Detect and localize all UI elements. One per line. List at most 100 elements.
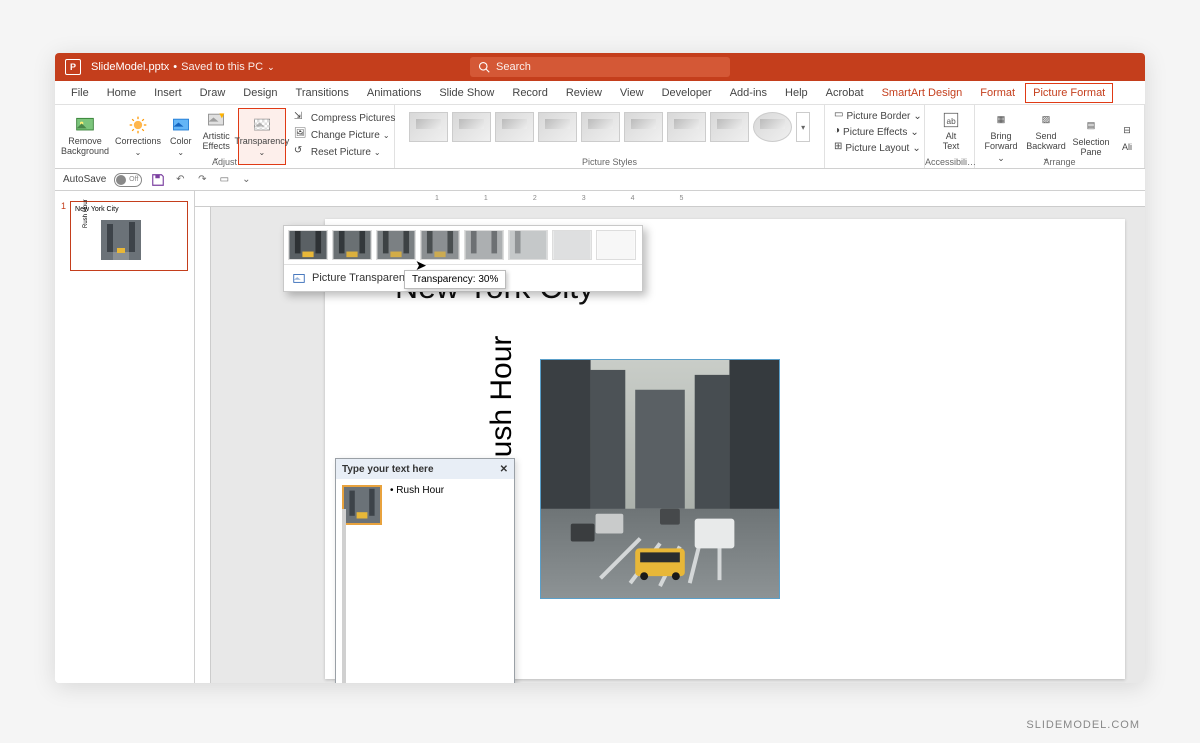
search-box[interactable]: Search bbox=[470, 57, 730, 77]
slide-number: 1 bbox=[61, 201, 66, 271]
tab-file[interactable]: File bbox=[63, 83, 97, 103]
tab-design[interactable]: Design bbox=[235, 83, 285, 103]
transparency-preset-30[interactable] bbox=[420, 230, 460, 260]
chevron-down-icon[interactable]: ⌄ bbox=[267, 62, 275, 73]
transparency-preset-20[interactable] bbox=[376, 230, 416, 260]
slide-picture[interactable] bbox=[540, 359, 780, 599]
text-pane-bullet[interactable]: Rush Hour bbox=[390, 485, 508, 683]
picture-style-preset[interactable] bbox=[538, 112, 577, 142]
corrections-icon bbox=[128, 115, 148, 135]
document-title[interactable]: SlideModel.pptx • Saved to this PC ⌄ bbox=[91, 61, 275, 73]
tab-format[interactable]: Format bbox=[972, 83, 1023, 103]
tab-picture-format[interactable]: Picture Format bbox=[1025, 83, 1113, 103]
toggle-knob-icon bbox=[116, 175, 126, 185]
powerpoint-logo-icon: P bbox=[65, 59, 81, 75]
save-button[interactable] bbox=[150, 172, 166, 188]
ruler-tick: 1 bbox=[435, 195, 439, 202]
tab-help[interactable]: Help bbox=[777, 83, 816, 103]
color-icon bbox=[171, 115, 191, 135]
tab-record[interactable]: Record bbox=[504, 83, 555, 103]
layout-icon: ⊞ bbox=[834, 141, 842, 155]
picture-style-preset[interactable] bbox=[495, 112, 534, 142]
titlebar: P SlideModel.pptx • Saved to this PC ⌄ S… bbox=[55, 53, 1145, 81]
transparency-preset-95[interactable] bbox=[596, 230, 636, 260]
tab-transitions[interactable]: Transitions bbox=[288, 83, 357, 103]
smartart-text-pane[interactable]: Type your text here ✕ Rush Hour Picture … bbox=[335, 458, 515, 683]
autosave-toggle[interactable]: Off bbox=[114, 173, 142, 187]
tab-acrobat[interactable]: Acrobat bbox=[818, 83, 872, 103]
tab-addins[interactable]: Add-ins bbox=[722, 83, 775, 103]
search-placeholder: Search bbox=[496, 61, 531, 73]
ribbon: Remove Background Corrections⌄ Color⌄ Ar… bbox=[55, 105, 1145, 169]
alt-text-button[interactable]: ab Alt Text bbox=[931, 108, 971, 154]
picture-layout-label: Picture Layout bbox=[845, 143, 909, 154]
picture-style-preset[interactable] bbox=[409, 112, 448, 142]
ribbon-group-picture-styles: ▾ Picture Styles bbox=[395, 105, 825, 168]
reset-picture-label: Reset Picture bbox=[311, 147, 371, 158]
compress-pictures-button[interactable]: ⇲Compress Pictures bbox=[291, 110, 398, 126]
tab-draw[interactable]: Draw bbox=[192, 83, 234, 103]
tab-insert[interactable]: Insert bbox=[146, 83, 190, 103]
slide-vertical-label[interactable]: Rush Hour bbox=[485, 259, 519, 479]
close-icon[interactable]: ✕ bbox=[500, 464, 508, 475]
redo-button[interactable]: ↷ bbox=[194, 172, 210, 188]
start-from-beginning-button[interactable]: ▭ bbox=[216, 172, 232, 188]
selection-pane-icon: ▤ bbox=[1081, 116, 1101, 136]
picture-border-button[interactable]: ▭Picture Border ⌄ bbox=[831, 108, 918, 124]
transparency-preset-50[interactable] bbox=[464, 230, 504, 260]
slide-thumbnail-1[interactable]: New York City Rush Hour bbox=[70, 201, 188, 271]
picture-style-preset[interactable] bbox=[667, 112, 706, 142]
transparency-preset-65[interactable] bbox=[508, 230, 548, 260]
picture-effects-label: Picture Effects bbox=[843, 127, 907, 138]
picture-style-preset[interactable] bbox=[452, 112, 491, 142]
selection-pane-label: Selection Pane bbox=[1072, 138, 1109, 158]
artistic-effects-label: Artistic Effects bbox=[203, 132, 230, 152]
picture-style-preset[interactable] bbox=[753, 112, 792, 142]
picture-layout-button[interactable]: ⊞Picture Layout ⌄ bbox=[831, 140, 918, 156]
ruler-tick: 4 bbox=[631, 195, 635, 202]
tab-home[interactable]: Home bbox=[99, 83, 144, 103]
transparency-preset-10[interactable] bbox=[332, 230, 372, 260]
picture-style-preset[interactable] bbox=[581, 112, 620, 142]
horizontal-ruler: 1 1 2 3 4 5 bbox=[195, 191, 1145, 207]
transparency-presets bbox=[284, 226, 642, 264]
tab-view[interactable]: View bbox=[612, 83, 652, 103]
align-label: Ali bbox=[1122, 143, 1132, 153]
undo-button[interactable]: ↶ bbox=[172, 172, 188, 188]
text-pane-thumbnail[interactable] bbox=[342, 485, 382, 525]
ribbon-group-arrange: ▦Bring Forward⌄ ▨Send Backward⌄ ▤Selecti… bbox=[975, 105, 1145, 168]
accessibility-group-label: Accessibili… bbox=[925, 157, 974, 167]
transparency-tooltip: Transparency: 30% bbox=[404, 270, 506, 289]
thumb-label: Rush Hour bbox=[83, 199, 89, 228]
transparency-label: Transparency bbox=[235, 137, 290, 147]
vertical-ruler bbox=[195, 207, 211, 683]
tab-slideshow[interactable]: Slide Show bbox=[431, 83, 502, 103]
tab-animations[interactable]: Animations bbox=[359, 83, 429, 103]
ribbon-group-picture-options: ▭Picture Border ⌄ ◑Picture Effects ⌄ ⊞Pi… bbox=[825, 105, 925, 168]
change-picture-button[interactable]: 🖼Change Picture ⌄ bbox=[291, 127, 398, 143]
picture-style-preset[interactable] bbox=[710, 112, 749, 142]
send-backward-icon: ▨ bbox=[1036, 110, 1056, 130]
qat-customize-icon[interactable]: ⌄ bbox=[238, 172, 254, 188]
remove-background-label: Remove Background bbox=[61, 137, 109, 157]
corrections-label: Corrections bbox=[115, 137, 161, 147]
slide-thumbnail-panel[interactable]: 1 New York City Rush Hour bbox=[55, 191, 195, 683]
picture-effects-button[interactable]: ◑Picture Effects ⌄ bbox=[831, 124, 918, 140]
title-separator: • bbox=[173, 61, 177, 73]
color-label: Color bbox=[170, 137, 192, 147]
transparency-icon bbox=[252, 115, 272, 135]
svg-text:ab: ab bbox=[947, 117, 957, 126]
transparency-preset-0[interactable] bbox=[288, 230, 328, 260]
arrange-group-label: Arrange bbox=[975, 157, 1144, 167]
save-status: Saved to this PC bbox=[181, 61, 263, 73]
tab-developer[interactable]: Developer bbox=[654, 83, 720, 103]
tab-smartart-design[interactable]: SmartArt Design bbox=[874, 83, 971, 103]
styles-gallery-expand-icon[interactable]: ▾ bbox=[796, 112, 810, 142]
transparency-preset-80[interactable] bbox=[552, 230, 592, 260]
ribbon-group-accessibility: ab Alt Text Accessibili… bbox=[925, 105, 975, 168]
alt-text-icon: ab bbox=[941, 110, 961, 130]
powerpoint-window: P SlideModel.pptx • Saved to this PC ⌄ S… bbox=[55, 53, 1145, 683]
tab-review[interactable]: Review bbox=[558, 83, 610, 103]
effects-icon: ◑ bbox=[834, 125, 840, 139]
picture-style-preset[interactable] bbox=[624, 112, 663, 142]
